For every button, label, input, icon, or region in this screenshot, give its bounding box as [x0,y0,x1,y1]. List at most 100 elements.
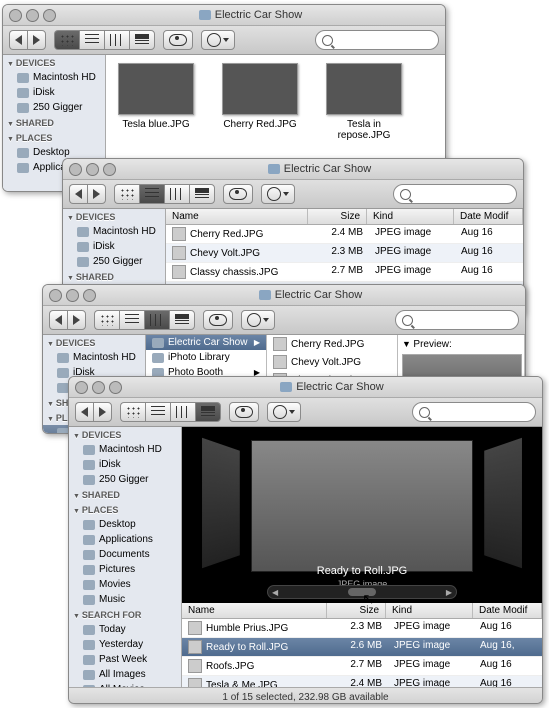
sidebar-header-shared[interactable]: SHARED [63,269,165,284]
sidebar-header-places[interactable]: PLACES [69,502,181,517]
col-kind[interactable]: Kind [386,603,473,618]
forward-button[interactable] [87,184,106,204]
zoom-icon[interactable] [109,381,122,394]
col-name[interactable]: Name [166,209,308,224]
sidebar-item[interactable]: iDisk [63,239,165,254]
sidebar-item[interactable]: Macintosh HD [69,442,181,457]
scroll-right-icon[interactable]: ▶ [446,588,452,597]
table-row[interactable]: Classy chassis.JPG2.7 MBJPEG imageAug 16 [166,263,523,282]
list-header[interactable]: Name Size Kind Date Modif [166,209,523,225]
sidebar-item[interactable]: Macintosh HD [3,70,105,85]
titlebar[interactable]: Electric Car Show [63,159,523,180]
sidebar-item[interactable]: Yesterday [69,637,181,652]
view-columns-button[interactable] [170,402,195,422]
table-row[interactable]: Roofs.JPG2.7 MBJPEG imageAug 16 [182,657,542,676]
coverflow-stage[interactable]: Ready to Roll.JPG JPEG image ◀▶ ↖ [182,427,542,603]
sidebar-item[interactable]: Applications [69,532,181,547]
column-item[interactable]: iPhoto Library [146,350,266,365]
file-item[interactable]: Tesla blue.JPG [116,63,196,141]
sidebar-item[interactable]: iDisk [69,457,181,472]
action-button[interactable] [241,310,275,330]
close-icon[interactable] [69,163,82,176]
search-field[interactable] [412,402,536,422]
back-button[interactable] [69,184,87,204]
close-icon[interactable] [49,289,62,302]
sidebar-item[interactable]: Today [69,622,181,637]
view-columns-button[interactable] [164,184,189,204]
sidebar-header-places[interactable]: PLACES [3,130,105,145]
zoom-icon[interactable] [83,289,96,302]
quicklook-button[interactable] [223,184,253,204]
view-list-button[interactable] [139,184,164,204]
file-item[interactable]: Tesla in repose.JPG [324,63,404,141]
sidebar-item[interactable]: Pictures [69,562,181,577]
search-field[interactable] [315,30,439,50]
file-item[interactable]: Cherry Red.JPG [220,63,300,141]
forward-button[interactable] [93,402,112,422]
sidebar-item[interactable]: 250 Gigger [63,254,165,269]
close-icon[interactable] [75,381,88,394]
view-coverflow-button[interactable] [195,402,221,422]
sidebar-item[interactable]: Documents [69,547,181,562]
action-button[interactable] [201,30,235,50]
coverflow-side-image[interactable] [484,438,522,568]
search-field[interactable] [395,310,519,330]
column-item[interactable]: Cherry Red.JPG [267,335,397,353]
back-button[interactable] [49,310,67,330]
titlebar[interactable]: Electric Car Show [3,5,445,26]
sidebar-item[interactable]: Music [69,592,181,607]
sidebar-item[interactable]: iDisk [3,85,105,100]
sidebar-header-devices[interactable]: DEVICES [69,427,181,442]
view-coverflow-button[interactable] [129,30,155,50]
zoom-icon[interactable] [103,163,116,176]
sidebar-item[interactable]: All Movies [69,682,181,687]
minimize-icon[interactable] [26,9,39,22]
sidebar-header-searchfor[interactable]: SEARCH FOR [69,607,181,622]
col-kind[interactable]: Kind [367,209,454,224]
col-size[interactable]: Size [308,209,367,224]
minimize-icon[interactable] [86,163,99,176]
sidebar-header-devices[interactable]: DEVICES [63,209,165,224]
view-icons-button[interactable] [54,30,79,50]
sidebar-item[interactable]: Movies [69,577,181,592]
view-list-button[interactable] [119,310,144,330]
sidebar-item[interactable]: All Images [69,667,181,682]
search-field[interactable] [393,184,517,204]
col-date[interactable]: Date Modif [454,209,523,224]
col-size[interactable]: Size [327,603,386,618]
table-row[interactable]: Chevy Volt.JPG2.3 MBJPEG imageAug 16 [166,244,523,263]
scroll-left-icon[interactable]: ◀ [272,588,278,597]
view-icons-button[interactable] [114,184,139,204]
titlebar[interactable]: Electric Car Show [69,377,542,398]
column-item[interactable]: Chevy Volt.JPG [267,353,397,371]
view-columns-button[interactable] [144,310,169,330]
table-row[interactable]: Humble Prius.JPG2.3 MBJPEG imageAug 16 [182,619,542,638]
sidebar-header-devices[interactable]: DEVICES [43,335,145,350]
table-row[interactable]: Cherry Red.JPG2.4 MBJPEG imageAug 16 [166,225,523,244]
quicklook-button[interactable] [203,310,233,330]
sidebar-item[interactable]: 250 Gigger [3,100,105,115]
sidebar-item[interactable]: Macintosh HD [43,350,145,365]
view-icons-button[interactable] [94,310,119,330]
sidebar-item[interactable]: Past Week [69,652,181,667]
view-coverflow-button[interactable] [169,310,195,330]
forward-button[interactable] [27,30,46,50]
coverflow-side-image[interactable] [202,438,240,568]
sidebar-header-devices[interactable]: DEVICES [3,55,105,70]
view-list-button[interactable] [79,30,104,50]
view-list-button[interactable] [145,402,170,422]
close-icon[interactable] [9,9,22,22]
forward-button[interactable] [67,310,86,330]
quicklook-button[interactable] [163,30,193,50]
sidebar-header-shared[interactable]: SHARED [3,115,105,130]
table-row[interactable]: Ready to Roll.JPG2.6 MBJPEG imageAug 16, [182,638,542,657]
sidebar-header-shared[interactable]: SHARED [69,487,181,502]
col-name[interactable]: Name [182,603,327,618]
table-row[interactable]: Tesla & Me.JPG2.4 MBJPEG imageAug 16 [182,676,542,687]
titlebar[interactable]: Electric Car Show [43,285,525,306]
action-button[interactable] [261,184,295,204]
zoom-icon[interactable] [43,9,56,22]
col-date[interactable]: Date Modif [473,603,542,618]
sidebar-item[interactable]: 250 Gigger [69,472,181,487]
back-button[interactable] [75,402,93,422]
